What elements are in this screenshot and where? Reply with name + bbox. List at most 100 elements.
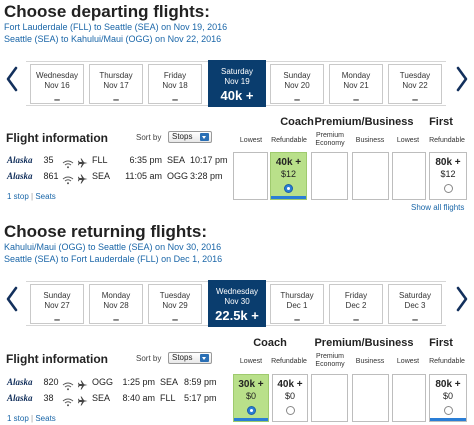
fare-miles: 30k + [238,379,264,390]
radio-selected-icon[interactable] [246,406,256,415]
fare-miles: 40k + [277,379,303,390]
sort-select[interactable]: Stops [168,352,212,364]
date-date: Dec 1 [286,301,308,310]
flight-to: SEA [160,377,179,387]
fare-tax: $12 [440,169,456,179]
show-all-flights-link[interactable]: Show all flights [411,203,464,212]
stops-seats: 1 stop | Seats [7,414,56,423]
date-price: – [171,94,179,106]
departing-date-nov19-selected[interactable]: Saturday Nov 19 40k + [208,60,266,107]
radio-icon[interactable] [443,406,453,415]
flight-arrive-time: 8:59 pm [184,377,217,387]
flight-depart-time: 8:40 am [122,393,155,403]
fare-business[interactable] [352,374,389,422]
seats-link[interactable]: Seats [35,414,55,423]
radio-selected-icon[interactable] [284,184,293,193]
date-date: Nov 19 [224,77,250,86]
flight-arrive-time: 5:17 pm [184,393,217,403]
alaska-logo: Alaska [7,155,33,165]
fare-tax: $0 [245,391,256,401]
fare-coach-lowest[interactable]: 30k + $0 [233,374,269,422]
date-price: – [411,94,419,106]
flight-from: SEA [92,171,111,181]
fare-premium-economy[interactable] [311,152,348,200]
subhead-refundable-first: Refundable [429,137,465,144]
date-dow: Saturday [220,67,254,76]
returning-date-dec2[interactable]: Friday Dec 2 – [329,284,383,326]
fare-coach-refundable[interactable]: 40k + $0 [272,374,308,422]
prev-dates-icon[interactable] [5,65,19,93]
date-date: Nov 29 [162,301,188,310]
flight-information-label: Flight information [6,352,108,366]
flight-number: 820 [43,377,59,387]
prev-dates-icon[interactable] [5,285,19,313]
returning-date-nov30-selected[interactable]: Wednesday Nov 30 22.5k + [208,280,266,327]
departing-date-nov22[interactable]: Tuesday Nov 22 – [388,64,442,106]
selected-bar [430,418,466,421]
next-dates-icon[interactable] [455,285,469,313]
subhead-business: Business [355,137,385,144]
sort-select[interactable]: Stops [168,131,212,143]
date-date: Nov 18 [162,81,188,90]
seats-link[interactable]: Seats [35,192,55,201]
date-price: 22.5k + [215,308,259,323]
flight-information-label: Flight information [6,131,108,145]
alaska-logo: Alaska [7,171,33,181]
returning-route-1: Kahului/Maui (OGG) to Seattle (SEA) on N… [4,242,222,252]
date-date: Dec 3 [404,301,426,310]
first-header: First [429,116,453,128]
date-dow: Friday [344,291,368,300]
departing-date-nov16[interactable]: Wednesday Nov 16 – [30,64,84,106]
departing-date-nov18[interactable]: Friday Nov 18 – [148,64,202,106]
selected-bar [271,196,306,199]
date-price: – [112,314,120,326]
fare-business[interactable] [352,152,389,200]
date-dow: Tuesday [159,291,191,300]
returning-date-nov27[interactable]: Sunday Nov 27 – [30,284,84,326]
subhead-lowest-first: Lowest [396,358,420,365]
radio-icon[interactable] [443,184,453,193]
fare-first-refundable[interactable]: 80k + $12 [429,152,467,200]
date-dow: Friday [163,71,187,80]
date-date: Nov 21 [343,81,369,90]
stops-link[interactable]: 1 stop [7,414,29,423]
fare-coach-lowest[interactable] [233,152,268,200]
fare-miles: 80k + [435,379,461,390]
date-dow: Wednesday [35,71,79,80]
flight-row: Alaska 820 [7,377,59,387]
subhead-business: Business [355,358,385,365]
flight-arrive-time: 3:28 pm [190,171,223,181]
date-date: Nov 30 [224,297,250,306]
flight-to: FLL [160,393,176,403]
chevron-down-icon [200,133,209,141]
date-date: Nov 20 [284,81,310,90]
stops-link[interactable]: 1 stop [7,192,29,201]
fare-first-lowest[interactable] [392,152,426,200]
returning-date-dec1[interactable]: Thursday Dec 1 – [270,284,324,326]
date-dow: Sunday [43,291,71,300]
chevron-down-icon [200,354,209,362]
premium-business-header: Premium/Business [314,337,414,349]
returning-date-nov28[interactable]: Monday Nov 28 – [89,284,143,326]
flight-from: FLL [92,155,108,165]
date-price: 40k + [220,88,254,103]
returning-date-nov29[interactable]: Tuesday Nov 29 – [148,284,202,326]
fare-tax: $0 [442,391,453,401]
coach-header: Coach [253,337,287,349]
stops-seats: 1 stop | Seats [7,192,56,201]
fare-premium-economy[interactable] [311,374,348,422]
subhead-refundable-first: Refundable [429,358,465,365]
returning-route-2: Seattle (SEA) to Fort Lauderdale (FLL) o… [4,254,223,264]
flight-number: 35 [43,155,54,165]
departing-date-nov20[interactable]: Sunday Nov 20 – [270,64,324,106]
departing-route-2: Seattle (SEA) to Kahului/Maui (OGG) on N… [4,34,222,44]
returning-date-dec3[interactable]: Saturday Dec 3 – [388,284,442,326]
returning-title: Choose returning flights: [4,222,208,241]
radio-icon[interactable] [285,406,295,415]
fare-coach-refundable[interactable]: 40k + $12 [270,152,307,200]
fare-first-lowest[interactable] [392,374,426,422]
departing-date-nov17[interactable]: Thursday Nov 17 – [89,64,143,106]
next-dates-icon[interactable] [455,65,469,93]
departing-date-nov21[interactable]: Monday Nov 21 – [329,64,383,106]
fare-first-refundable[interactable]: 80k + $0 [429,374,467,422]
